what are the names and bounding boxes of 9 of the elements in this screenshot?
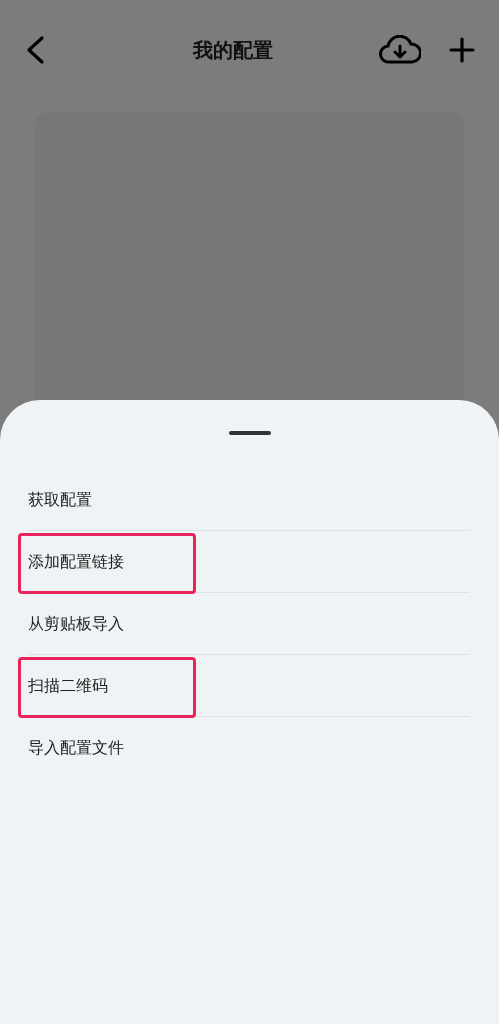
menu-item[interactable]: 导入配置文件 <box>28 736 124 760</box>
menu-item[interactable]: 添加配置链接 <box>28 549 124 574</box>
add-icon[interactable] <box>449 37 475 63</box>
menu-item[interactable]: 获取配置 <box>28 487 92 512</box>
cloud-download-icon[interactable] <box>379 35 421 65</box>
page-title: 我的配置 <box>192 37 273 64</box>
menu-item[interactable]: 扫描二维码 <box>28 673 108 698</box>
drag-handle[interactable] <box>228 431 271 435</box>
menu-item[interactable]: 从剪贴板导入 <box>28 611 124 636</box>
